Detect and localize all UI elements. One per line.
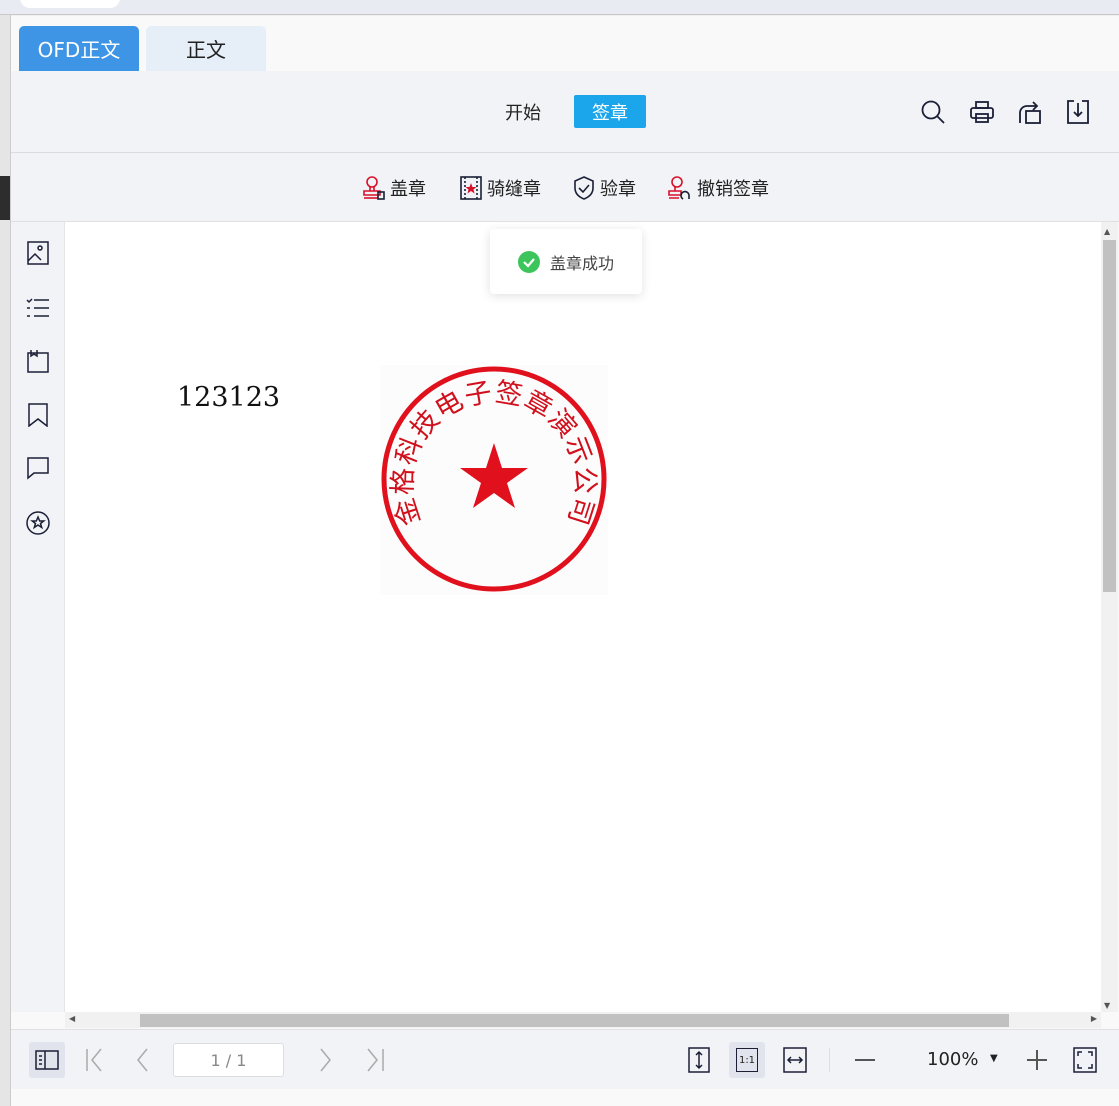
zoom-in-icon[interactable] xyxy=(1026,1048,1048,1072)
window-edge-dark xyxy=(0,176,10,220)
sign-toolbar xyxy=(11,153,1119,222)
horizontal-scrollbar[interactable]: ◀ ▶ xyxy=(65,1012,1101,1028)
electronic-seal: 金格科技电子签章演示公司 xyxy=(380,365,608,595)
print-icon[interactable] xyxy=(969,99,995,125)
toast-success: 盖章成功 xyxy=(490,229,642,294)
left-sidebar xyxy=(11,222,65,1012)
thumbnail-icon[interactable] xyxy=(26,241,50,265)
fullscreen-icon[interactable] xyxy=(1073,1047,1097,1073)
actual-size-button[interactable]: 1:1 xyxy=(729,1042,765,1078)
tab-body[interactable]: 正文 xyxy=(146,26,266,71)
download-icon[interactable] xyxy=(1066,99,1090,125)
document-page xyxy=(65,222,1101,1012)
next-page-icon[interactable] xyxy=(316,1047,336,1073)
share-icon[interactable] xyxy=(1017,99,1043,125)
zoom-dropdown-icon[interactable]: ▼ xyxy=(990,1053,998,1064)
cross-page-seal-button[interactable]: 骑缝章 xyxy=(459,174,541,202)
stamp-label: 盖章 xyxy=(390,179,426,200)
document-text: 123123 xyxy=(177,382,281,413)
fit-height-icon[interactable] xyxy=(688,1047,710,1073)
first-page-icon[interactable] xyxy=(84,1047,106,1073)
menu-start[interactable]: 开始 xyxy=(496,95,550,128)
vertical-scrollbar[interactable]: ▲ ▼ xyxy=(1101,222,1118,1012)
outline-icon[interactable] xyxy=(26,296,50,320)
search-icon[interactable] xyxy=(920,99,946,125)
check-circle-icon xyxy=(517,250,540,273)
previous-page-icon[interactable] xyxy=(132,1047,152,1073)
seal-list-icon[interactable] xyxy=(26,511,50,535)
actual-size-label: 1:1 xyxy=(736,1048,758,1072)
cross-page-seal-label: 骑缝章 xyxy=(487,179,541,200)
tab-ofd-body[interactable]: OFD正文 xyxy=(19,26,139,71)
stamp-icon xyxy=(362,175,386,201)
toast-message: 盖章成功 xyxy=(549,253,614,273)
revoke-seal-button[interactable]: 撤销签章 xyxy=(667,174,769,202)
menu-sign[interactable]: 签章 xyxy=(574,95,646,128)
comment-icon[interactable] xyxy=(26,456,50,480)
last-page-icon[interactable] xyxy=(364,1047,386,1073)
divider xyxy=(829,1048,830,1072)
revoke-seal-label: 撤销签章 xyxy=(697,179,769,200)
zoom-level[interactable]: 100% xyxy=(927,1049,978,1070)
zoom-out-icon[interactable] xyxy=(854,1048,876,1072)
shield-check-icon xyxy=(572,175,596,201)
cross-page-seal-icon xyxy=(459,175,483,201)
browser-top-strip xyxy=(0,0,1119,15)
bookmark-icon[interactable] xyxy=(26,403,50,427)
page-number-input[interactable]: 1 / 1 xyxy=(173,1043,284,1077)
attachment-icon[interactable] xyxy=(26,349,50,373)
stamp-button[interactable]: 盖章 xyxy=(362,174,426,202)
undo-stamp-icon xyxy=(667,175,693,201)
toggle-sidebar-icon[interactable] xyxy=(29,1042,65,1078)
verify-seal-label: 验章 xyxy=(600,179,636,200)
verify-seal-button[interactable]: 验章 xyxy=(572,174,636,202)
main-toolbar xyxy=(11,71,1119,153)
fit-width-icon[interactable] xyxy=(783,1047,807,1073)
